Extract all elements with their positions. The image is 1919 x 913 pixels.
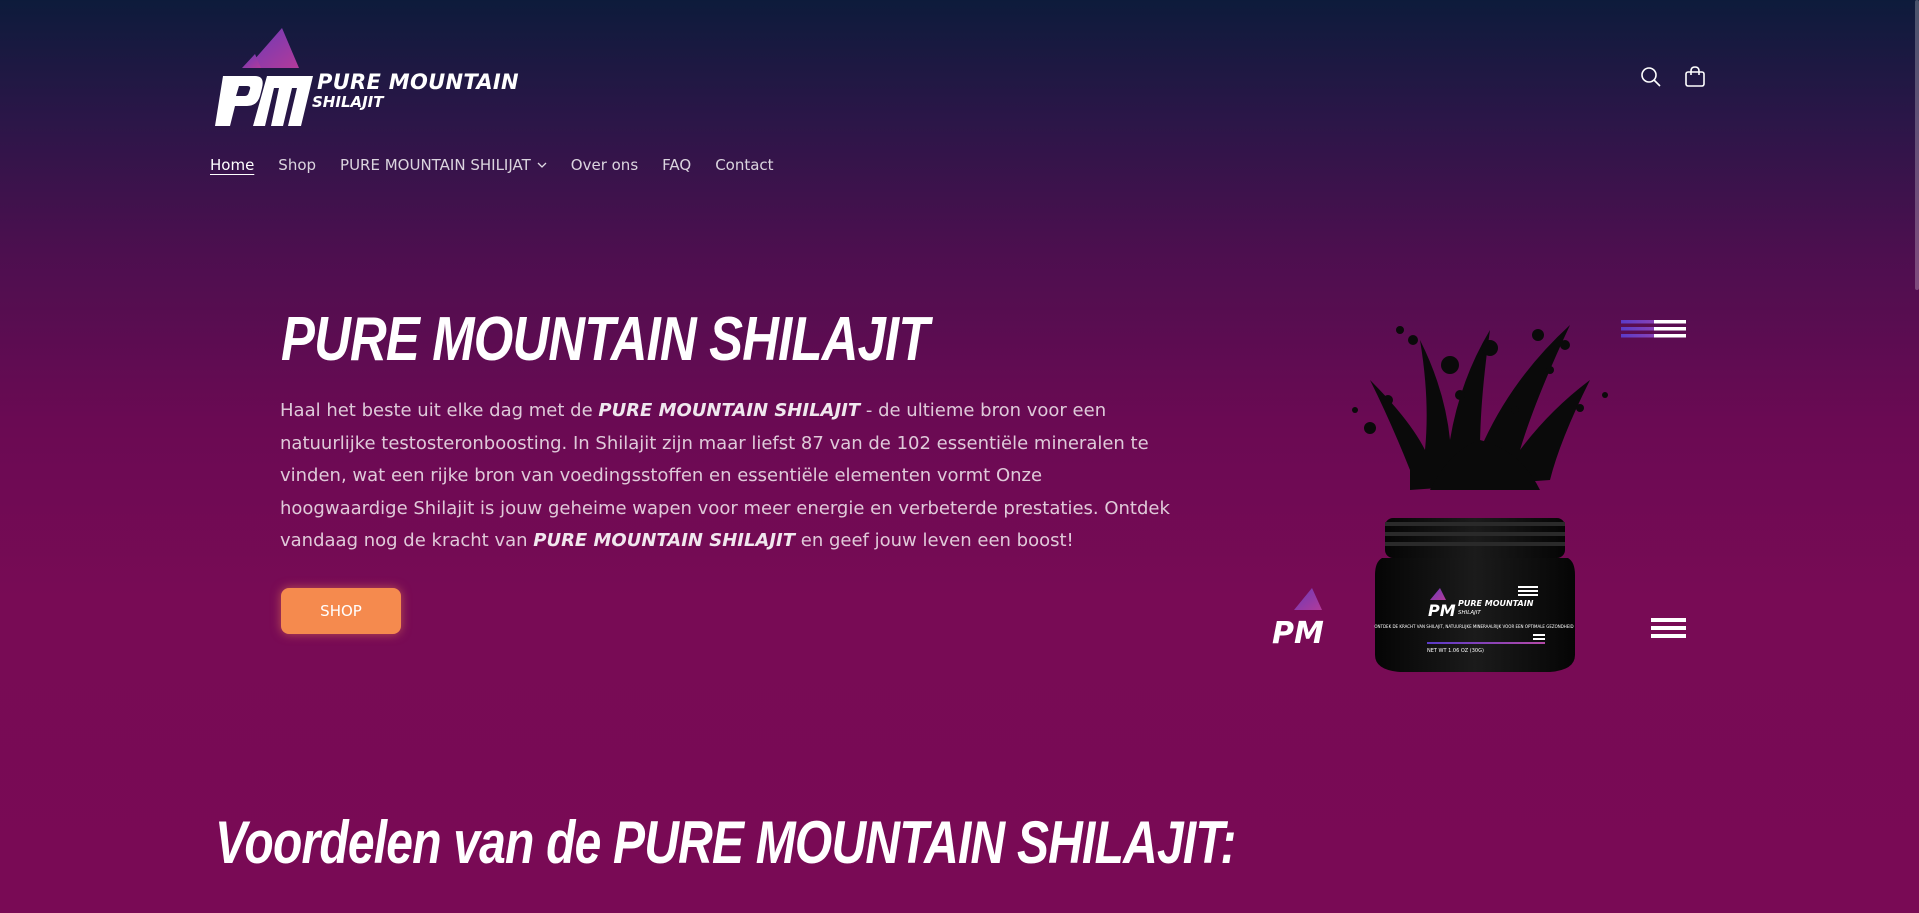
stripes-icon-white bbox=[1651, 618, 1686, 638]
cart-icon[interactable] bbox=[1682, 62, 1708, 92]
nav-item-home[interactable]: Home bbox=[210, 156, 254, 174]
logo-mark-icon bbox=[215, 28, 313, 126]
brand-name: PURE MOUNTAIN SHILAJIT bbox=[312, 70, 519, 110]
nav-item-shop[interactable]: Shop bbox=[278, 156, 316, 174]
jar-weight: NET WT 1.06 OZ (30G) bbox=[1427, 648, 1484, 654]
hero-text-part1: Haal het beste uit elke dag met de bbox=[280, 400, 599, 421]
scrollbar[interactable] bbox=[1915, 0, 1919, 290]
jar-subtitle: SHILAJIT bbox=[1458, 610, 1481, 616]
brand-name-line2: SHILAJIT bbox=[312, 93, 384, 111]
small-logo-icon: PM bbox=[1272, 588, 1324, 651]
chevron-down-icon bbox=[537, 162, 547, 168]
header-icons bbox=[1638, 62, 1708, 92]
shop-button[interactable]: SHOP bbox=[281, 588, 401, 634]
nav-item-pure-mountain-shilijat[interactable]: PURE MOUNTAIN SHILIJAT bbox=[340, 156, 547, 174]
nav-item-over-ons[interactable]: Over ons bbox=[571, 156, 638, 174]
brand-name-line1: PURE MOUNTAIN bbox=[317, 70, 519, 94]
nav-item-label: PURE MOUNTAIN SHILIJAT bbox=[340, 156, 531, 174]
brand-logo[interactable]: PURE MOUNTAIN SHILAJIT bbox=[209, 28, 519, 132]
jar-text: ONTDEK DE KRACHT VAN SHILAJIT, NATUURLIJ… bbox=[1374, 624, 1573, 629]
nav-item-contact[interactable]: Contact bbox=[715, 156, 773, 174]
hero-text-part3: en geef jouw leven een boost! bbox=[795, 530, 1074, 551]
hero-text-brand2: PURE MOUNTAIN SHILAJIT bbox=[533, 530, 796, 551]
hero-description: Haal het beste uit elke dag met de PURE … bbox=[280, 395, 1170, 558]
hero-title: PURE MOUNTAIN SHILAJIT bbox=[281, 305, 929, 374]
hero-text-brand1: PURE MOUNTAIN SHILAJIT bbox=[598, 400, 861, 421]
search-icon[interactable] bbox=[1638, 62, 1664, 92]
main-nav: Home Shop PURE MOUNTAIN SHILIJAT Over on… bbox=[210, 156, 774, 174]
small-logo-monogram: PM bbox=[1272, 616, 1324, 651]
jar-title: PURE MOUNTAIN bbox=[1458, 599, 1534, 608]
jar-monogram: PM bbox=[1428, 601, 1456, 620]
stripes-icon bbox=[1621, 320, 1686, 338]
product-image: PM PURE MOUNTAIN SHILAJIT ONTDEK DE KRAC… bbox=[1260, 300, 1700, 690]
hero-text-part2: - de ultieme bron voor een natuurlijke t… bbox=[280, 400, 1170, 551]
benefits-title: Voordelen van de PURE MOUNTAIN SHILAJIT: bbox=[215, 809, 1236, 876]
nav-item-faq[interactable]: FAQ bbox=[662, 156, 691, 174]
